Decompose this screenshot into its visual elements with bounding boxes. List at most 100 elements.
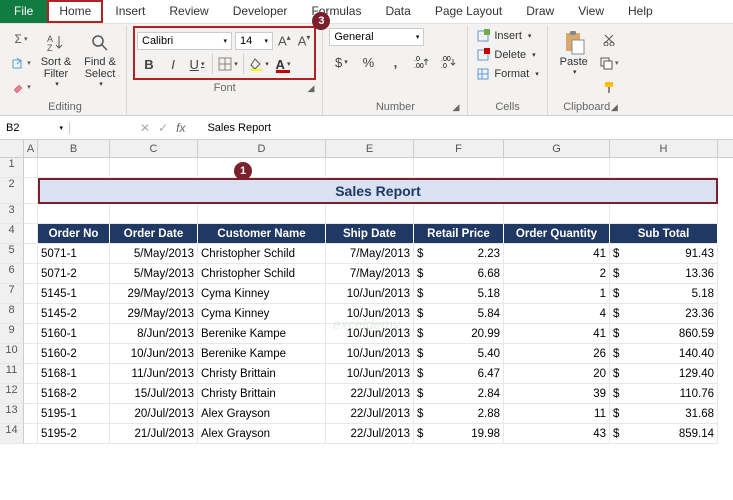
row-header[interactable]: 2 bbox=[0, 178, 24, 204]
cell-qty[interactable]: 39 bbox=[504, 384, 610, 404]
cell-shipdate[interactable]: 22/Jul/2013 bbox=[326, 384, 414, 404]
cell-shipdate[interactable]: 22/Jul/2013 bbox=[326, 404, 414, 424]
col-header[interactable]: F bbox=[414, 140, 504, 157]
menu-pagelayout[interactable]: Page Layout bbox=[423, 0, 514, 23]
col-header[interactable]: B bbox=[38, 140, 110, 157]
font-launcher-icon[interactable]: ◢ bbox=[307, 83, 314, 94]
cell-orderno[interactable]: 5145-2 bbox=[38, 304, 110, 324]
cell-price[interactable]: $6.68 bbox=[414, 264, 504, 284]
autosum-icon[interactable]: Σ▾ bbox=[10, 28, 32, 50]
select-all-corner[interactable] bbox=[0, 140, 24, 157]
cell-qty[interactable]: 11 bbox=[504, 404, 610, 424]
cell-orderno[interactable]: 5071-1 bbox=[38, 244, 110, 264]
menu-review[interactable]: Review bbox=[157, 0, 220, 23]
table-header[interactable]: Ship Date bbox=[326, 224, 414, 244]
cell-customer[interactable]: Christy Brittain bbox=[198, 384, 326, 404]
cell-price[interactable]: $2.84 bbox=[414, 384, 504, 404]
cell-shipdate[interactable]: 10/Jun/2013 bbox=[326, 324, 414, 344]
cancel-formula-icon[interactable]: ✕ bbox=[140, 121, 150, 135]
cell[interactable] bbox=[414, 158, 504, 178]
menu-home[interactable]: Home bbox=[47, 0, 103, 23]
cell-customer[interactable]: Christopher Schild bbox=[198, 244, 326, 264]
table-header[interactable]: Order Date bbox=[110, 224, 198, 244]
cell[interactable] bbox=[610, 204, 718, 224]
row-header[interactable]: 1 bbox=[0, 158, 24, 178]
cell-subtotal[interactable]: $110.76 bbox=[610, 384, 718, 404]
table-header[interactable]: Customer Name bbox=[198, 224, 326, 244]
cell[interactable] bbox=[24, 244, 38, 264]
sheet-row[interactable]: 4Order NoOrder DateCustomer NameShip Dat… bbox=[0, 224, 733, 244]
cell-price[interactable]: $19.98 bbox=[414, 424, 504, 444]
underline-button[interactable]: U▾ bbox=[185, 52, 209, 76]
sheet-row[interactable]: 135195-120/Jul/2013Alex Grayson22/Jul/20… bbox=[0, 404, 733, 424]
col-header[interactable]: E bbox=[326, 140, 414, 157]
cell[interactable] bbox=[110, 158, 198, 178]
cell-qty[interactable]: 4 bbox=[504, 304, 610, 324]
col-header[interactable]: H bbox=[610, 140, 718, 157]
row-header[interactable]: 12 bbox=[0, 384, 24, 404]
row-header[interactable]: 10 bbox=[0, 344, 24, 364]
row-header[interactable]: 7 bbox=[0, 284, 24, 304]
cell-customer[interactable]: Alex Grayson bbox=[198, 404, 326, 424]
format-cells-button[interactable]: Format▾ bbox=[474, 66, 540, 82]
find-select-button[interactable]: Find & Select ▾ bbox=[80, 28, 120, 90]
cell-subtotal[interactable]: $129.40 bbox=[610, 364, 718, 384]
sheet-row[interactable]: 2Sales Report bbox=[0, 178, 733, 204]
clipboard-launcher-icon[interactable]: ◢ bbox=[611, 102, 618, 113]
cell[interactable] bbox=[610, 158, 718, 178]
cell[interactable] bbox=[110, 204, 198, 224]
cell-customer[interactable]: Christy Brittain bbox=[198, 364, 326, 384]
cell-customer[interactable]: Berenike Kampe bbox=[198, 324, 326, 344]
cell[interactable] bbox=[24, 204, 38, 224]
cell[interactable] bbox=[24, 324, 38, 344]
table-header[interactable]: Order Quantity bbox=[504, 224, 610, 244]
cell-qty[interactable]: 26 bbox=[504, 344, 610, 364]
sheet-row[interactable]: 3 bbox=[0, 204, 733, 224]
cell[interactable] bbox=[326, 204, 414, 224]
cell-subtotal[interactable]: $23.36 bbox=[610, 304, 718, 324]
clear-icon[interactable]: ▾ bbox=[10, 76, 32, 98]
menu-draw[interactable]: Draw bbox=[514, 0, 566, 23]
col-header[interactable]: A bbox=[24, 140, 38, 157]
decrease-decimal-icon[interactable]: .00.0 bbox=[437, 50, 461, 74]
cell[interactable] bbox=[24, 158, 38, 178]
menu-help[interactable]: Help bbox=[616, 0, 665, 23]
cell-shipdate[interactable]: 10/Jun/2013 bbox=[326, 284, 414, 304]
cell-orderdate[interactable]: 15/Jul/2013 bbox=[110, 384, 198, 404]
number-format-combo[interactable]: General▾ bbox=[329, 28, 424, 46]
enter-formula-icon[interactable]: ✓ bbox=[158, 121, 168, 135]
cell[interactable] bbox=[24, 384, 38, 404]
cell-orderno[interactable]: 5195-2 bbox=[38, 424, 110, 444]
accounting-icon[interactable]: $▾ bbox=[329, 50, 353, 74]
paste-button[interactable]: Paste ▾ bbox=[554, 28, 594, 78]
cell[interactable] bbox=[24, 284, 38, 304]
cell-customer[interactable]: Cyma Kinney bbox=[198, 284, 326, 304]
cell-orderno[interactable]: 5168-1 bbox=[38, 364, 110, 384]
cell-orderno[interactable]: 5195-1 bbox=[38, 404, 110, 424]
menu-view[interactable]: View bbox=[566, 0, 616, 23]
cell-customer[interactable]: Alex Grayson bbox=[198, 424, 326, 444]
row-header[interactable]: 3 bbox=[0, 204, 24, 224]
sheet-row[interactable]: 75145-129/May/2013Cyma Kinney10/Jun/2013… bbox=[0, 284, 733, 304]
cell-customer[interactable]: Berenike Kampe bbox=[198, 344, 326, 364]
cell-subtotal[interactable]: $140.40 bbox=[610, 344, 718, 364]
cell-subtotal[interactable]: $5.18 bbox=[610, 284, 718, 304]
cell-price[interactable]: $20.99 bbox=[414, 324, 504, 344]
sheet-row[interactable]: 65071-25/May/2013Christopher Schild7/May… bbox=[0, 264, 733, 284]
cell-customer[interactable]: Cyma Kinney bbox=[198, 304, 326, 324]
cell[interactable] bbox=[504, 158, 610, 178]
cell[interactable] bbox=[24, 424, 38, 444]
row-header[interactable]: 14 bbox=[0, 424, 24, 444]
table-header[interactable]: Retail Price bbox=[414, 224, 504, 244]
comma-icon[interactable]: , bbox=[383, 50, 407, 74]
cell-subtotal[interactable]: $860.59 bbox=[610, 324, 718, 344]
fill-color-icon[interactable]: ▾ bbox=[247, 52, 271, 76]
sheet-row[interactable]: 95160-18/Jun/2013Berenike Kampe10/Jun/20… bbox=[0, 324, 733, 344]
cell[interactable] bbox=[24, 344, 38, 364]
row-header[interactable]: 11 bbox=[0, 364, 24, 384]
row-header[interactable]: 9 bbox=[0, 324, 24, 344]
sheet-row[interactable]: 125168-215/Jul/2013Christy Brittain22/Ju… bbox=[0, 384, 733, 404]
cell-orderno[interactable]: 5071-2 bbox=[38, 264, 110, 284]
cell-price[interactable]: $2.88 bbox=[414, 404, 504, 424]
cell-orderdate[interactable]: 10/Jun/2013 bbox=[110, 344, 198, 364]
